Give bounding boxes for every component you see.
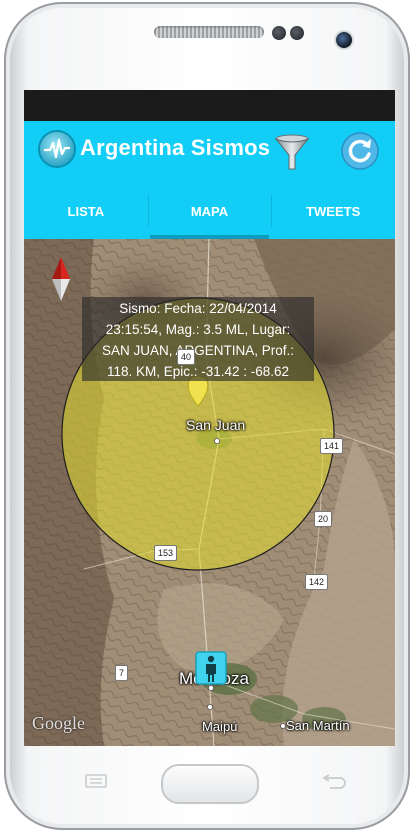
tab-bar: LISTA MAPA TWEETS (24, 183, 395, 239)
info-line-date: Sismo: Fecha: 22/04/2014 (119, 301, 277, 316)
tab-mapa[interactable]: MAPA (147, 183, 272, 239)
road-shield-40: 40 (177, 349, 196, 365)
front-camera (336, 32, 352, 48)
road-shield-141: 141 (320, 438, 344, 454)
google-attribution: Google (32, 713, 85, 733)
status-bar (24, 90, 395, 121)
road-shield-142: 142 (305, 574, 329, 590)
action-bar: Argentina Sismos (24, 121, 395, 183)
map-label-maipu: Maipú (202, 719, 238, 734)
info-line-location: SAN JUAN, ARGENTINA, Prof.: (101, 343, 295, 358)
road-shield-7: 7 (115, 665, 129, 681)
map-label-san-juan: San Juan (186, 417, 246, 433)
map-label-san-martin: San Martín (286, 718, 350, 733)
user-location-icon[interactable] (195, 651, 227, 691)
info-line-epicenter: 118. KM, Epic.: -31.42 : -68.62 (106, 364, 290, 379)
refresh-icon[interactable] (340, 131, 380, 171)
map-view[interactable]: Sismo: Fecha: 22/04/2014 23:15:54, Mag.:… (24, 239, 395, 746)
info-line-magnitude: 23:15:54, Mag.: 3.5 ML, Lugar: (105, 322, 291, 337)
road-shield-20: 20 (314, 511, 333, 527)
earpiece-speaker (154, 26, 264, 38)
road-shield-153: 153 (154, 545, 178, 561)
home-button[interactable] (161, 764, 259, 804)
back-key-icon[interactable] (320, 774, 348, 790)
menu-key-icon[interactable] (84, 774, 108, 788)
light-sensor (290, 26, 304, 40)
tab-lista[interactable]: LISTA (24, 183, 148, 239)
app-title: Argentina Sismos (80, 135, 271, 160)
tab-tweets[interactable]: TWEETS (271, 183, 395, 239)
earthquake-info-window[interactable]: Sismo: Fecha: 22/04/2014 23:15:54, Mag.:… (82, 297, 314, 381)
proximity-sensor (272, 26, 286, 40)
screen: Argentina Sismos LISTA MAPA TWEETS Sismo… (24, 90, 395, 746)
app-seismograph-icon[interactable] (40, 132, 74, 166)
compass-icon[interactable] (50, 255, 72, 303)
filter-funnel-icon[interactable] (274, 133, 310, 173)
